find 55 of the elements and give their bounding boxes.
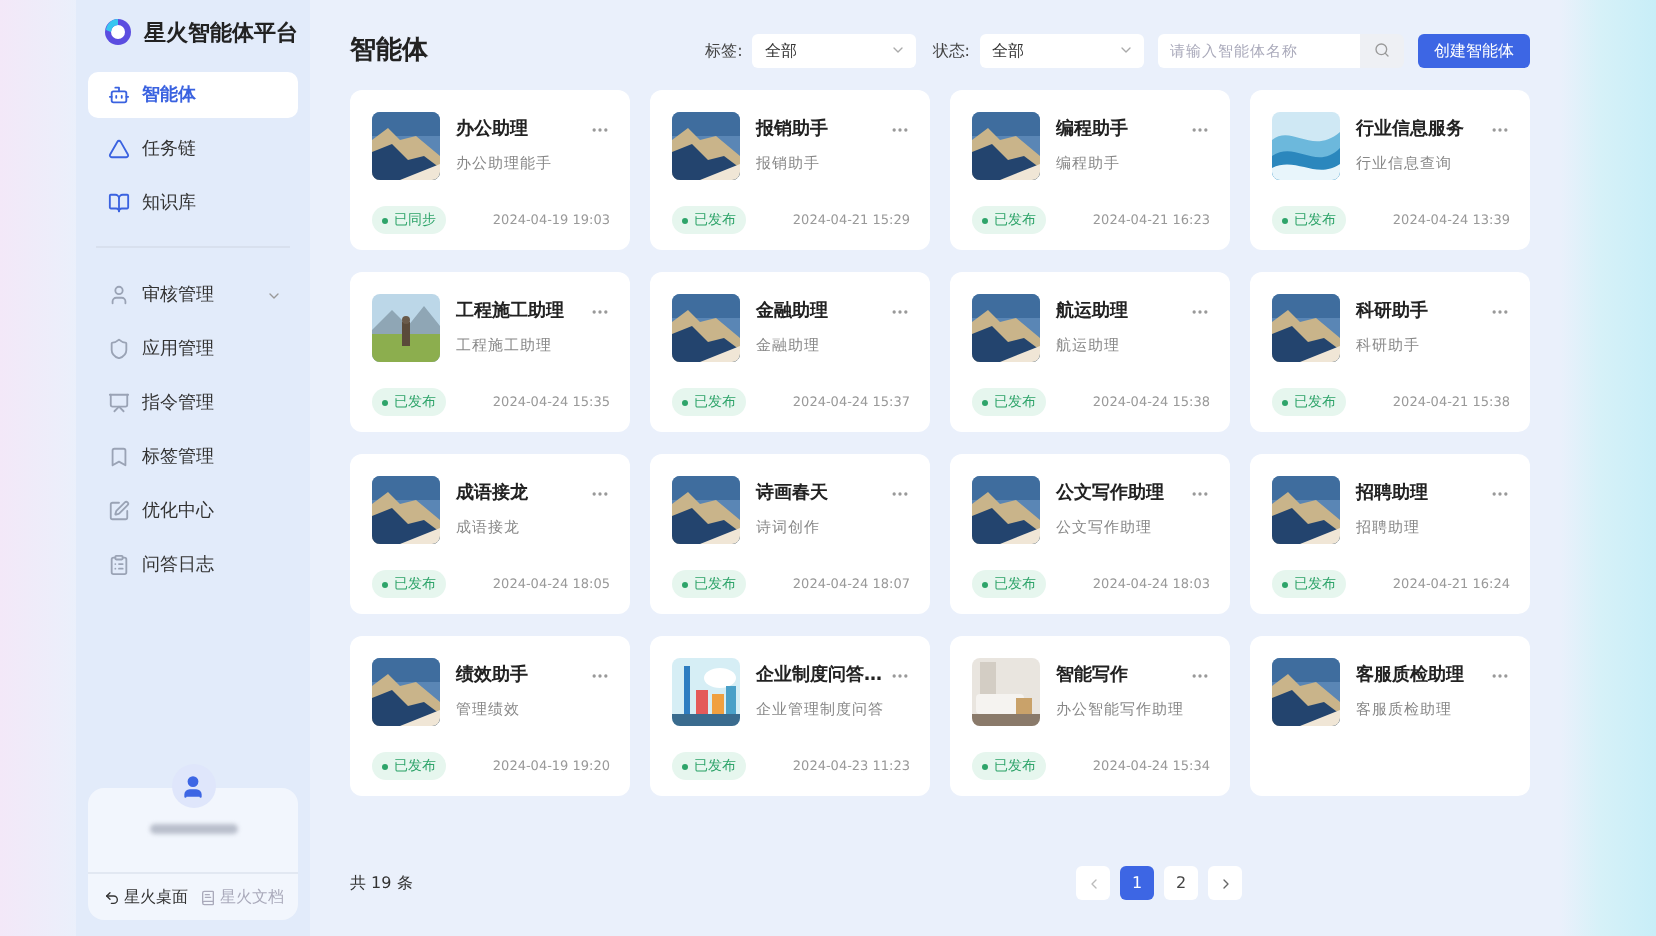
card-title: 报销助手 bbox=[756, 116, 828, 142]
card-title: 金融助理 bbox=[756, 298, 828, 324]
nav-item[interactable]: 问答日志 bbox=[88, 542, 298, 588]
clipboard-icon bbox=[108, 554, 130, 576]
chevron-icon bbox=[890, 42, 907, 58]
filter-label: 标签: bbox=[705, 39, 743, 61]
nav-item[interactable]: 审核管理 bbox=[88, 272, 298, 318]
card-title: 行业信息服务 bbox=[1356, 116, 1464, 142]
user-icon bbox=[108, 284, 130, 306]
card-title: 客服质检助理 bbox=[1356, 662, 1464, 688]
card-title: 企业制度问答… bbox=[756, 662, 882, 688]
chat-bot-icon bbox=[108, 84, 130, 106]
search-icon bbox=[1374, 42, 1390, 58]
page-button[interactable]: 1 bbox=[1120, 866, 1154, 900]
card-title: 科研助手 bbox=[1356, 298, 1428, 324]
total-count: 共 19 条 bbox=[350, 872, 415, 894]
next-page-button[interactable] bbox=[1208, 866, 1242, 900]
nav-item[interactable]: 知识库 bbox=[88, 180, 298, 226]
nav-item[interactable]: 智能体 bbox=[88, 72, 298, 118]
card-title: 航运助理 bbox=[1056, 298, 1128, 324]
card-title: 智能写作 bbox=[1056, 663, 1128, 688]
nav-item[interactable]: 任务链 bbox=[88, 126, 298, 172]
book-icon bbox=[108, 192, 130, 214]
blurred-name bbox=[149, 824, 237, 834]
filter-select[interactable]: 全部 bbox=[752, 33, 917, 67]
shield-icon bbox=[108, 338, 130, 360]
card-title: 绩效助手 bbox=[456, 662, 528, 688]
filter-select[interactable]: 全部 bbox=[980, 33, 1144, 67]
board-icon bbox=[108, 392, 130, 414]
nav-item[interactable]: 标签管理 bbox=[88, 434, 298, 480]
bookmark-icon bbox=[108, 446, 130, 468]
logo-icon bbox=[104, 18, 132, 46]
card-title: 诗画春天 bbox=[756, 480, 828, 506]
card-title: 工程施工助理 bbox=[456, 298, 564, 324]
edit-icon bbox=[108, 500, 130, 522]
page-button[interactable]: 2 bbox=[1164, 866, 1198, 900]
card-title: 公文写作助理 bbox=[1056, 480, 1164, 506]
app-title: 星火智能体平台 bbox=[144, 17, 298, 47]
nav-item[interactable]: 应用管理 bbox=[88, 326, 298, 372]
create-button[interactable]: 创建智能体 bbox=[1418, 33, 1530, 67]
footer-link[interactable]: 星火桌面 bbox=[104, 886, 188, 908]
undo-icon bbox=[104, 889, 120, 905]
card-title: 成语接龙 bbox=[456, 480, 528, 506]
card-title: 办公助理 bbox=[456, 116, 528, 142]
filter-label: 状态: bbox=[932, 39, 970, 61]
card-title: 编程助手 bbox=[1056, 116, 1128, 142]
triangle-icon bbox=[108, 138, 130, 160]
card-title: 招聘助理 bbox=[1356, 480, 1428, 506]
book-icon bbox=[200, 889, 216, 905]
nav-item[interactable]: 指令管理 bbox=[88, 380, 298, 426]
search-button[interactable] bbox=[1360, 33, 1404, 67]
chevron-icon bbox=[1118, 42, 1134, 58]
nav-item[interactable]: 优化中心 bbox=[88, 488, 298, 534]
avatar-icon bbox=[171, 764, 215, 808]
page-title: 智能体 bbox=[350, 34, 430, 68]
